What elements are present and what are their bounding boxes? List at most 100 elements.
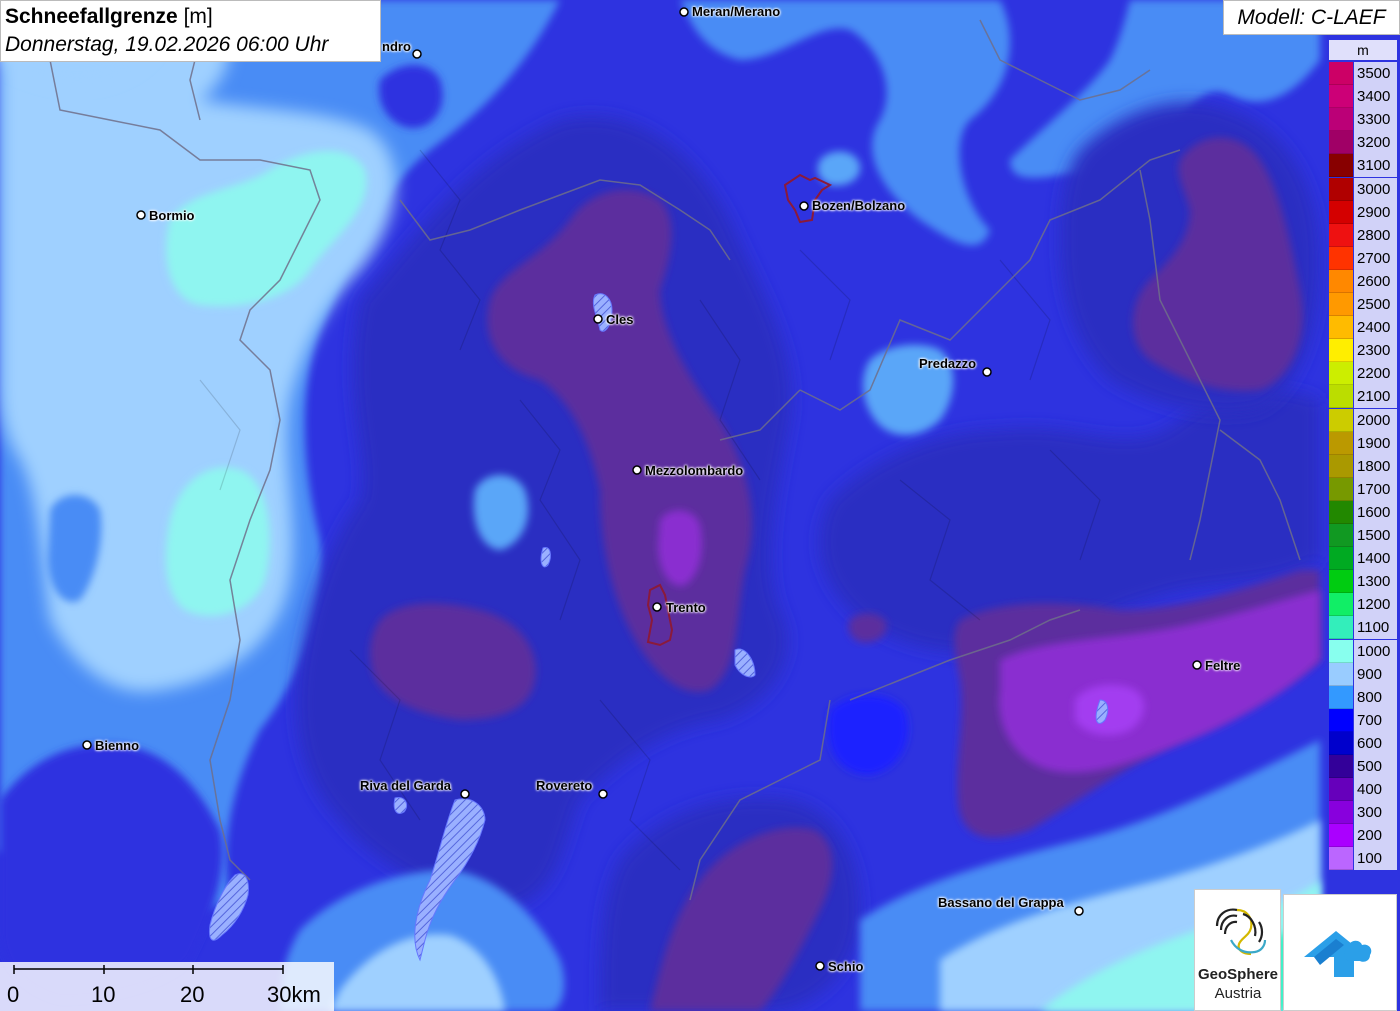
legend-swatch xyxy=(1329,778,1353,802)
dot-predazzo xyxy=(982,367,992,377)
geosphere-logo-icon xyxy=(1215,908,1267,956)
dot-trento xyxy=(652,602,662,612)
dot-rovereto xyxy=(598,789,608,799)
legend-label: 1900 xyxy=(1354,431,1397,455)
legend-swatch xyxy=(1329,408,1353,432)
snowfall-line-map xyxy=(0,0,1400,1011)
legend-swatch xyxy=(1329,847,1353,871)
legend-label: 2200 xyxy=(1354,362,1397,386)
label-bienno: Bienno xyxy=(95,738,140,753)
legend-label: 2300 xyxy=(1354,339,1397,363)
legend-row: 2900 xyxy=(1329,200,1397,224)
app-logo[interactable] xyxy=(1283,894,1397,1011)
dot-bozen xyxy=(799,201,809,211)
legend-row: 700 xyxy=(1329,708,1397,732)
logo-text-geosphere: GeoSphere xyxy=(1197,966,1279,983)
legend-row: 1000 xyxy=(1329,639,1397,663)
legend-row: 3300 xyxy=(1329,108,1397,132)
legend-swatch xyxy=(1329,362,1353,386)
legend-swatch xyxy=(1329,177,1353,201)
legend-row: 1600 xyxy=(1329,500,1397,524)
label-bormio: Bormio xyxy=(149,208,195,223)
legend-row: 3100 xyxy=(1329,154,1397,178)
legend-swatch xyxy=(1329,108,1353,132)
legend-unit: m xyxy=(1329,40,1397,60)
legend-row: 2200 xyxy=(1329,362,1397,386)
legend-swatch xyxy=(1329,731,1353,755)
legend-row: 600 xyxy=(1329,731,1397,755)
legend-label: 500 xyxy=(1354,755,1397,779)
legend-swatch xyxy=(1329,801,1353,825)
label-predazzo: Predazzo xyxy=(919,356,977,371)
legend-swatch xyxy=(1329,708,1353,732)
legend-swatch xyxy=(1329,246,1353,270)
label-cles: Cles xyxy=(606,312,634,327)
dot-meran xyxy=(679,7,689,17)
dot-feltre xyxy=(1192,660,1202,670)
legend-row: 1800 xyxy=(1329,454,1397,478)
legend-swatch xyxy=(1329,685,1353,709)
legend-swatch xyxy=(1329,131,1353,155)
legend-row: 3500 xyxy=(1329,62,1397,86)
legend-row: 400 xyxy=(1329,778,1397,802)
scale-label-0: 0 xyxy=(7,982,20,1007)
legend-row: 1900 xyxy=(1329,431,1397,455)
legend-row: 900 xyxy=(1329,662,1397,686)
legend-row: 3000 xyxy=(1329,177,1397,201)
dot-sondrio xyxy=(412,49,422,59)
legend-swatch xyxy=(1329,385,1353,409)
dot-schio xyxy=(815,961,825,971)
legend-swatch xyxy=(1329,85,1353,109)
legend-label: 900 xyxy=(1354,662,1397,686)
legend-swatch xyxy=(1329,639,1353,663)
model-label: Modell: C-LAEF xyxy=(1223,0,1400,35)
legend-row: 500 xyxy=(1329,755,1397,779)
label-bassano: Bassano del Grappa xyxy=(938,895,1064,910)
scale-label-20: 20 xyxy=(180,982,205,1007)
legend-label: 2100 xyxy=(1354,385,1397,409)
legend-row: 300 xyxy=(1329,801,1397,825)
legend-label: 2700 xyxy=(1354,246,1397,270)
legend-swatch xyxy=(1329,477,1353,501)
legend-swatch xyxy=(1329,570,1353,594)
legend-row: 800 xyxy=(1329,685,1397,709)
legend-swatch xyxy=(1329,454,1353,478)
legend-label: 1400 xyxy=(1354,547,1397,571)
legend-swatch xyxy=(1329,62,1353,86)
geosphere-logo[interactable]: GeoSphere Austria xyxy=(1194,889,1281,1011)
title-panel: Schneefallgrenze [m] Donnerstag, 19.02.2… xyxy=(0,0,381,62)
legend-row: 1300 xyxy=(1329,570,1397,594)
legend-label: 1700 xyxy=(1354,477,1397,501)
label-rovereto: Rovereto xyxy=(536,778,593,793)
legend-row: 1700 xyxy=(1329,477,1397,501)
legend-label: 2900 xyxy=(1354,200,1397,224)
dot-riva xyxy=(460,789,470,799)
title-name: Schneefallgrenze xyxy=(5,5,178,28)
legend-label: 1300 xyxy=(1354,570,1397,594)
label-riva: Riva del Garda xyxy=(360,778,452,793)
lake-idro xyxy=(393,796,408,814)
legend-swatch xyxy=(1329,431,1353,455)
legend-label: 2500 xyxy=(1354,293,1397,317)
legend-swatch xyxy=(1329,662,1353,686)
legend-swatch xyxy=(1329,316,1353,340)
legend-row: 3200 xyxy=(1329,131,1397,155)
legend-label: 3200 xyxy=(1354,131,1397,155)
legend-row: 2300 xyxy=(1329,339,1397,363)
legend-label: 800 xyxy=(1354,685,1397,709)
legend-row: 2400 xyxy=(1329,316,1397,340)
legend-row: 2600 xyxy=(1329,269,1397,293)
scale-label-30: 30km xyxy=(267,982,321,1007)
logo-text-austria: Austria xyxy=(1214,985,1262,1002)
legend-swatch xyxy=(1329,547,1353,571)
legend-label: 200 xyxy=(1354,824,1397,848)
legend-label: 1100 xyxy=(1354,616,1397,640)
legend-row: 1400 xyxy=(1329,547,1397,571)
legend-label: 100 xyxy=(1354,847,1397,871)
scale-bar: 0 10 20 30km xyxy=(0,962,334,1011)
dot-bassano xyxy=(1074,906,1084,916)
legend-label: 3100 xyxy=(1354,154,1397,178)
legend-label: 2000 xyxy=(1354,408,1397,432)
legend-row: 2000 xyxy=(1329,408,1397,432)
legend-swatch xyxy=(1329,293,1353,317)
